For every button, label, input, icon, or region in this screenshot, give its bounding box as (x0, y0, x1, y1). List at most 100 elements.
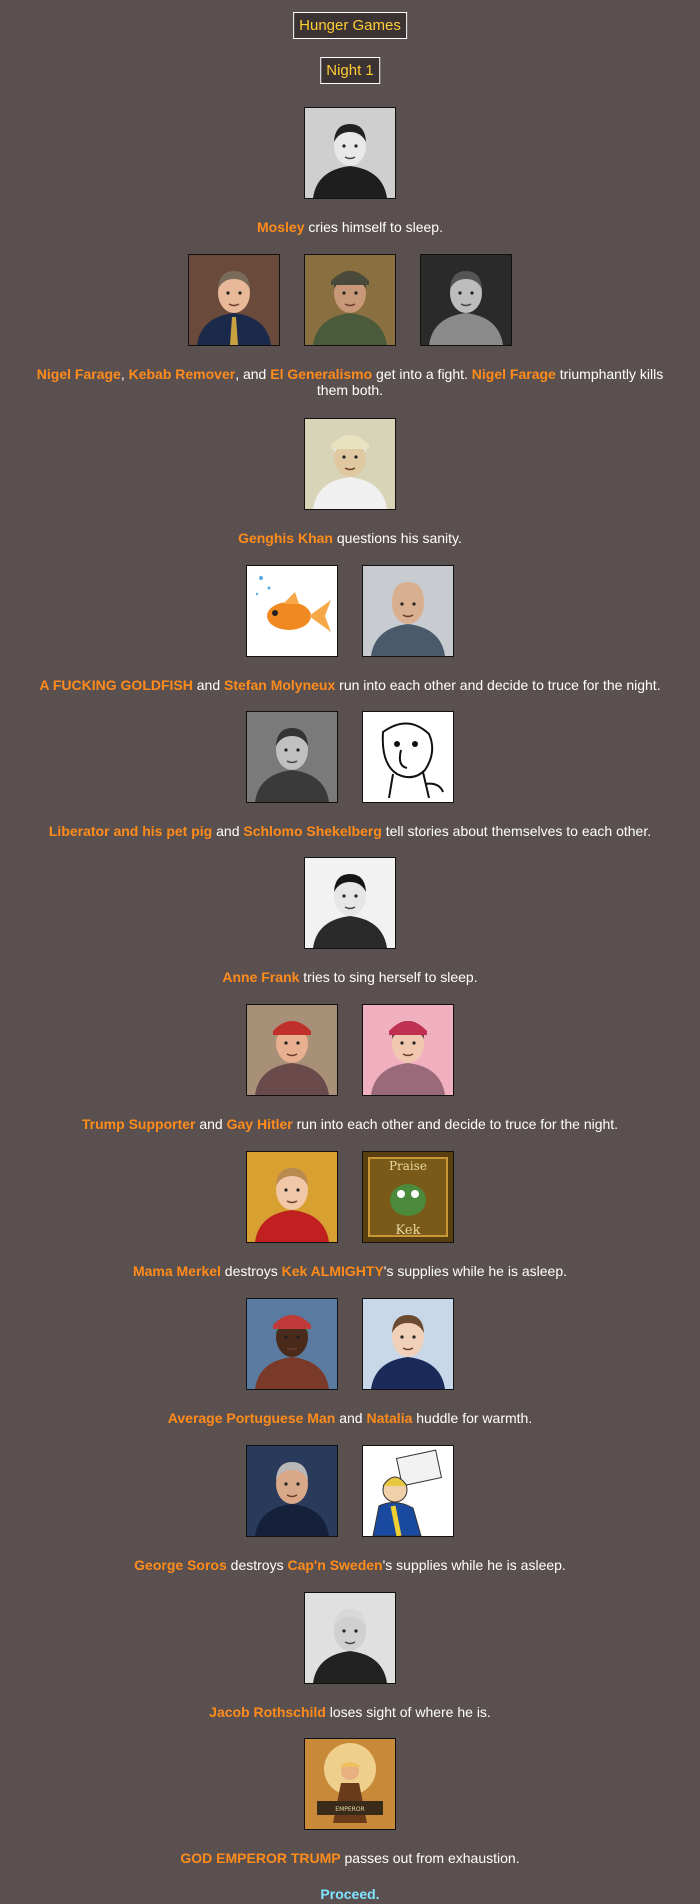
event-images: EMPEROR (0, 1738, 700, 1830)
genghis-khan-portrait (304, 418, 396, 510)
svg-text:EMPEROR: EMPEROR (335, 1806, 364, 1813)
event-text: , and (235, 366, 271, 382)
svg-text:Kek: Kek (396, 1223, 421, 1238)
tribute-name: Mama Merkel (132, 1263, 221, 1279)
tribute-name: Anne Frank (222, 969, 300, 985)
trump-supporter-portrait (246, 1004, 338, 1096)
liberator-and-pig-picture (246, 711, 338, 803)
event-caption: Genghis Khan questions his sanity. (20, 530, 680, 546)
event-caption: Anne Frank tries to sing herself to slee… (20, 969, 680, 985)
event-images (0, 1004, 700, 1096)
tribute-name: Cap'n Sweden (287, 1557, 383, 1573)
event-entry: Average Portuguese Man and Natalia huddl… (0, 1298, 700, 1426)
tribute-name: GOD EMPEROR TRUMP (180, 1850, 341, 1866)
event-text: tell stories about themselves to each ot… (381, 823, 652, 839)
tribute-name: Kek ALMIGHTY (281, 1263, 384, 1279)
event-text: and (335, 1410, 367, 1426)
tribute-name: Schlomo Shekelberg (243, 823, 382, 839)
event-images (0, 1445, 700, 1537)
goldfish-picture (246, 565, 338, 657)
stefan-molyneux-portrait (362, 565, 454, 657)
event-entry: EMPEROR GOD EMPEROR TRUMP passes out from… (0, 1738, 700, 1866)
capn-sweden-drawing (362, 1445, 454, 1537)
jacob-rothschild-portrait (304, 1592, 396, 1684)
tribute-name: Genghis Khan (238, 530, 333, 546)
event-caption: Mama Merkel destroys Kek ALMIGHTY's supp… (20, 1263, 680, 1279)
event-images (0, 107, 700, 199)
event-entry: Mosley cries himself to sleep. (0, 107, 700, 235)
event-entry: Liberator and his pet pig and Schlomo Sh… (0, 711, 700, 839)
event-entry: Genghis Khan questions his sanity. (0, 418, 700, 546)
tribute-name: A FUCKING GOLDFISH (39, 677, 193, 693)
event-text: run into each other and decide to truce … (335, 677, 661, 693)
event-caption: Trump Supporter and Gay Hitler run into … (20, 1116, 680, 1132)
event-text: and (212, 823, 244, 839)
natalia-portrait (362, 1298, 454, 1390)
event-images (0, 565, 700, 657)
event-caption: Jacob Rothschild loses sight of where he… (20, 1704, 680, 1720)
event-text: 's supplies while he is asleep. (382, 1557, 566, 1573)
event-caption: GOD EMPEROR TRUMP passes out from exhaus… (20, 1850, 680, 1866)
mosley-portrait (304, 107, 396, 199)
nigel-farage-portrait (188, 254, 280, 346)
svg-text:Praise: Praise (389, 1159, 427, 1173)
tribute-name: Kebab Remover (128, 366, 236, 382)
tribute-name: Nigel Farage (36, 366, 121, 382)
event-images (0, 1298, 700, 1390)
tribute-name: Nigel Farage (471, 366, 556, 382)
tribute-name: Trump Supporter (81, 1116, 196, 1132)
tribute-name: El Generalismo (270, 366, 373, 382)
kek-almighty-picture: Praise Kek (362, 1151, 454, 1243)
event-images (0, 857, 700, 949)
event-text: huddle for warmth. (412, 1410, 533, 1426)
event-entry: Trump Supporter and Gay Hitler run into … (0, 1004, 700, 1132)
event-images (0, 418, 700, 510)
mama-merkel-portrait (246, 1151, 338, 1243)
event-entry: Nigel Farage, Kebab Remover, and El Gene… (0, 254, 700, 398)
event-caption: Average Portuguese Man and Natalia huddl… (20, 1410, 680, 1426)
event-text: run into each other and decide to truce … (292, 1116, 619, 1132)
god-emperor-trump-picture: EMPEROR (304, 1738, 396, 1830)
event-text: 's supplies while he is asleep. (383, 1263, 567, 1279)
event-entry: Praise Kek Mama Merkel destroys Kek ALMIG… (0, 1151, 700, 1279)
gay-hitler-portrait (362, 1004, 454, 1096)
event-images (0, 1592, 700, 1684)
event-text: questions his sanity. (332, 530, 462, 546)
event-text: and (195, 1116, 227, 1132)
event-text: destroys (220, 1263, 282, 1279)
george-soros-portrait (246, 1445, 338, 1537)
event-text: get into a fight. (372, 366, 472, 382)
proceed-link[interactable]: Proceed. (0, 1886, 700, 1902)
schlomo-shekelberg-drawing (362, 711, 454, 803)
event-caption: George Soros destroys Cap'n Sweden's sup… (20, 1557, 680, 1573)
tribute-name: Natalia (366, 1410, 413, 1426)
event-text: tries to sing herself to sleep. (299, 969, 478, 985)
event-entry: A FUCKING GOLDFISH and Stefan Molyneux r… (0, 565, 700, 693)
event-caption: Mosley cries himself to sleep. (20, 219, 680, 235)
anne-frank-portrait (304, 857, 396, 949)
event-caption: Nigel Farage, Kebab Remover, and El Gene… (20, 366, 680, 398)
event-caption: Liberator and his pet pig and Schlomo Sh… (20, 823, 680, 839)
round-title: Night 1 (320, 57, 380, 84)
tribute-name: Mosley (257, 219, 305, 235)
event-caption: A FUCKING GOLDFISH and Stefan Molyneux r… (20, 677, 680, 693)
portuguese-man-portrait (246, 1298, 338, 1390)
tribute-name: Liberator and his pet pig (48, 823, 213, 839)
event-text: passes out from exhaustion. (340, 1850, 520, 1866)
tribute-name: George Soros (134, 1557, 227, 1573)
event-images (0, 254, 700, 346)
tribute-name: Gay Hitler (226, 1116, 293, 1132)
tribute-name: Average Portuguese Man (167, 1410, 336, 1426)
el-generalismo-portrait (420, 254, 512, 346)
tribute-name: Jacob Rothschild (209, 1704, 326, 1720)
event-text: and (192, 677, 225, 693)
game-title: Hunger Games (293, 12, 407, 39)
event-images: Praise Kek (0, 1151, 700, 1243)
event-entry: Anne Frank tries to sing herself to slee… (0, 857, 700, 985)
event-entry: Jacob Rothschild loses sight of where he… (0, 1592, 700, 1720)
tribute-name: Stefan Molyneux (224, 677, 336, 693)
event-entry: George Soros destroys Cap'n Sweden's sup… (0, 1445, 700, 1573)
event-text: destroys (226, 1557, 288, 1573)
event-text: loses sight of where he is. (325, 1704, 491, 1720)
event-text: cries himself to sleep. (304, 219, 443, 235)
